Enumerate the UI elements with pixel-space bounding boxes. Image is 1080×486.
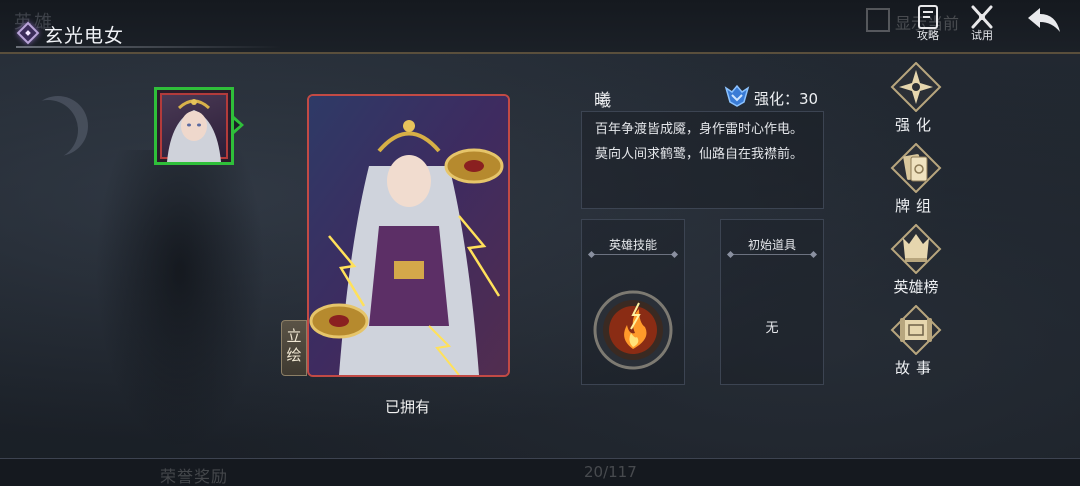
hero-skill-panel: 英雄技能 [581, 219, 685, 385]
divider [731, 254, 813, 255]
menu-story[interactable]: 故事 [885, 305, 947, 378]
top-bar: 英雄 玄光电女 显示当前 攻略 试用 [0, 0, 1080, 54]
bottom-bar: 荣誉奖励 20/117 [0, 458, 1080, 486]
moon-decoration [28, 96, 88, 156]
description-line: 百年争渡皆成魇，身作雷时心作电。 [595, 122, 804, 137]
menu-story-label: 故事 [894, 359, 937, 377]
background-hero-counter: 20/117 [584, 463, 637, 481]
card-deck-icon [890, 143, 942, 193]
enhance-shield-icon [724, 84, 750, 107]
menu-hero-ranking[interactable]: 英雄榜 [885, 224, 947, 297]
divider [592, 254, 674, 255]
hero-illustration [309, 96, 508, 375]
owned-status: 已拥有 [385, 398, 431, 416]
menu-deck-label: 牌组 [894, 197, 937, 215]
hero-name: 曦 [594, 91, 611, 111]
back-button[interactable] [1024, 4, 1064, 38]
starting-item-panel: 初始道具 无 [720, 219, 824, 385]
hero-card-art[interactable] [307, 94, 510, 377]
enhance-level: 强化：30 [754, 90, 819, 108]
guide-button[interactable]: 攻略 [908, 4, 948, 44]
hero-ranking-icon [890, 224, 942, 274]
hero-portrait-icon [167, 99, 221, 162]
background-reward-label: 荣誉奖励 [160, 467, 229, 486]
illustration-tab[interactable]: 立绘 [281, 320, 307, 376]
page-title: 玄光电女 [44, 25, 125, 47]
menu-enhance-label: 强化 [894, 116, 937, 134]
back-arrow-icon [1028, 8, 1060, 32]
guide-book-icon [918, 5, 938, 29]
menu-deck[interactable]: 牌组 [885, 143, 947, 216]
story-scroll-icon [890, 305, 942, 355]
background-checkbox [866, 8, 890, 32]
trial-button-label: 试用 [971, 29, 993, 42]
guide-button-label: 攻略 [917, 29, 939, 42]
compass-star-icon [890, 62, 942, 112]
menu-enhance[interactable]: 强化 [885, 62, 947, 135]
hero-description: 百年争渡皆成魇，身作雷时心作电。 莫向人间求鹤鹭，仙路自在我襟前。 [581, 111, 824, 209]
hero-thumbnail[interactable] [154, 87, 234, 165]
description-line: 莫向人间求鹤鹭，仙路自在我襟前。 [595, 147, 804, 162]
tree-decoration [95, 150, 265, 450]
lightning-fire-skill-icon[interactable] [589, 289, 677, 371]
menu-hero-ranking-label: 英雄榜 [893, 278, 939, 296]
item-value: 无 [765, 321, 779, 336]
title-underline [16, 46, 281, 48]
trial-swords-icon [971, 5, 993, 29]
trial-button[interactable]: 试用 [962, 4, 1002, 44]
item-panel-title: 初始道具 [747, 238, 796, 252]
skill-panel-title: 英雄技能 [608, 238, 657, 252]
